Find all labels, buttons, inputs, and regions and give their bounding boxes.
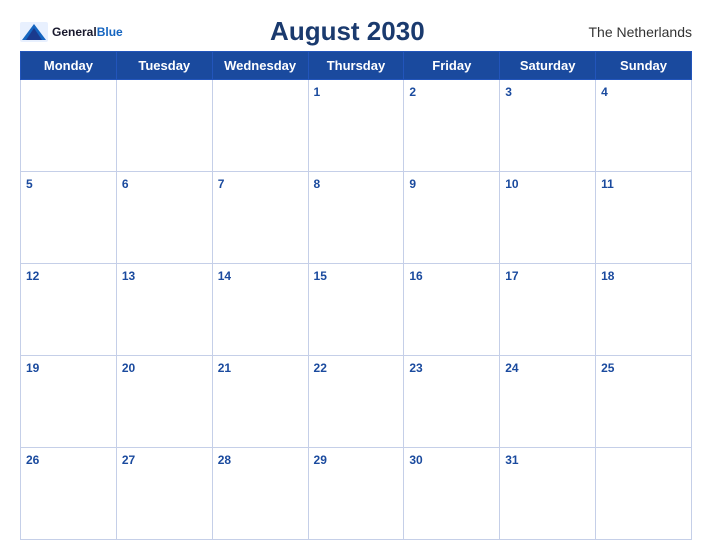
calendar-cell: 9	[404, 172, 500, 264]
calendar-cell: 12	[21, 264, 117, 356]
day-number: 26	[26, 453, 39, 467]
day-number: 12	[26, 269, 39, 283]
calendar-cell: 4	[596, 80, 692, 172]
logo-blue: Blue	[97, 25, 123, 39]
day-number: 16	[409, 269, 422, 283]
calendar-title: August 2030	[123, 16, 572, 47]
day-number: 28	[218, 453, 231, 467]
calendar-cell: 10	[500, 172, 596, 264]
calendar-header: GeneralBlue August 2030 The Netherlands	[20, 10, 692, 51]
weekday-tuesday: Tuesday	[116, 52, 212, 80]
day-number: 22	[314, 361, 327, 375]
calendar-cell: 15	[308, 264, 404, 356]
day-number: 14	[218, 269, 231, 283]
calendar-cell: 22	[308, 356, 404, 448]
calendar-cell: 26	[21, 448, 117, 540]
calendar-cell: 24	[500, 356, 596, 448]
calendar-cell: 20	[116, 356, 212, 448]
calendar-cell: 28	[212, 448, 308, 540]
calendar-cell: 13	[116, 264, 212, 356]
day-number: 19	[26, 361, 39, 375]
day-number: 10	[505, 177, 518, 191]
day-number: 6	[122, 177, 129, 191]
country-label: The Netherlands	[572, 24, 692, 40]
week-row-1: 5 6 7 8 9 10 11	[21, 172, 692, 264]
weekday-saturday: Saturday	[500, 52, 596, 80]
calendar-body: 1234567891011121314151617181920212223242…	[21, 80, 692, 540]
week-row-0: 1 2 3 4	[21, 80, 692, 172]
calendar-cell	[116, 80, 212, 172]
weekday-wednesday: Wednesday	[212, 52, 308, 80]
day-number: 11	[601, 177, 614, 191]
weekday-thursday: Thursday	[308, 52, 404, 80]
calendar-header-row: MondayTuesdayWednesdayThursdayFridaySatu…	[21, 52, 692, 80]
calendar-cell: 23	[404, 356, 500, 448]
calendar-cell: 2	[404, 80, 500, 172]
day-number: 13	[122, 269, 135, 283]
logo: GeneralBlue	[20, 22, 123, 42]
calendar-table: MondayTuesdayWednesdayThursdayFridaySatu…	[20, 51, 692, 540]
logo-icon	[20, 22, 48, 42]
day-number: 4	[601, 85, 608, 99]
logo-text: GeneralBlue	[52, 23, 123, 41]
week-row-4: 26 27 28 29 30 31	[21, 448, 692, 540]
calendar-cell: 25	[596, 356, 692, 448]
calendar-cell	[212, 80, 308, 172]
calendar-cell: 18	[596, 264, 692, 356]
day-number: 15	[314, 269, 327, 283]
calendar-cell	[596, 448, 692, 540]
calendar-cell: 1	[308, 80, 404, 172]
day-number: 3	[505, 85, 512, 99]
weekday-row: MondayTuesdayWednesdayThursdayFridaySatu…	[21, 52, 692, 80]
week-row-3: 19 20 21 22 23 24 25	[21, 356, 692, 448]
day-number: 23	[409, 361, 422, 375]
calendar-cell: 27	[116, 448, 212, 540]
day-number: 20	[122, 361, 135, 375]
calendar-cell: 19	[21, 356, 117, 448]
day-number: 2	[409, 85, 416, 99]
calendar-cell: 8	[308, 172, 404, 264]
calendar-cell: 6	[116, 172, 212, 264]
calendar-cell: 3	[500, 80, 596, 172]
day-number: 24	[505, 361, 518, 375]
weekday-friday: Friday	[404, 52, 500, 80]
day-number: 5	[26, 177, 33, 191]
weekday-sunday: Sunday	[596, 52, 692, 80]
calendar-cell: 29	[308, 448, 404, 540]
day-number: 21	[218, 361, 231, 375]
day-number: 9	[409, 177, 416, 191]
calendar-cell: 5	[21, 172, 117, 264]
day-number: 27	[122, 453, 135, 467]
day-number: 17	[505, 269, 518, 283]
calendar-cell: 30	[404, 448, 500, 540]
day-number: 31	[505, 453, 518, 467]
calendar-cell: 14	[212, 264, 308, 356]
day-number: 1	[314, 85, 321, 99]
calendar-cell	[21, 80, 117, 172]
logo-general: General	[52, 25, 97, 39]
weekday-monday: Monday	[21, 52, 117, 80]
day-number: 7	[218, 177, 225, 191]
day-number: 8	[314, 177, 321, 191]
calendar-cell: 21	[212, 356, 308, 448]
calendar-cell: 11	[596, 172, 692, 264]
calendar-cell: 31	[500, 448, 596, 540]
day-number: 29	[314, 453, 327, 467]
calendar-cell: 7	[212, 172, 308, 264]
day-number: 18	[601, 269, 614, 283]
day-number: 30	[409, 453, 422, 467]
calendar-cell: 17	[500, 264, 596, 356]
day-number: 25	[601, 361, 614, 375]
week-row-2: 12 13 14 15 16 17 18	[21, 264, 692, 356]
calendar-cell: 16	[404, 264, 500, 356]
